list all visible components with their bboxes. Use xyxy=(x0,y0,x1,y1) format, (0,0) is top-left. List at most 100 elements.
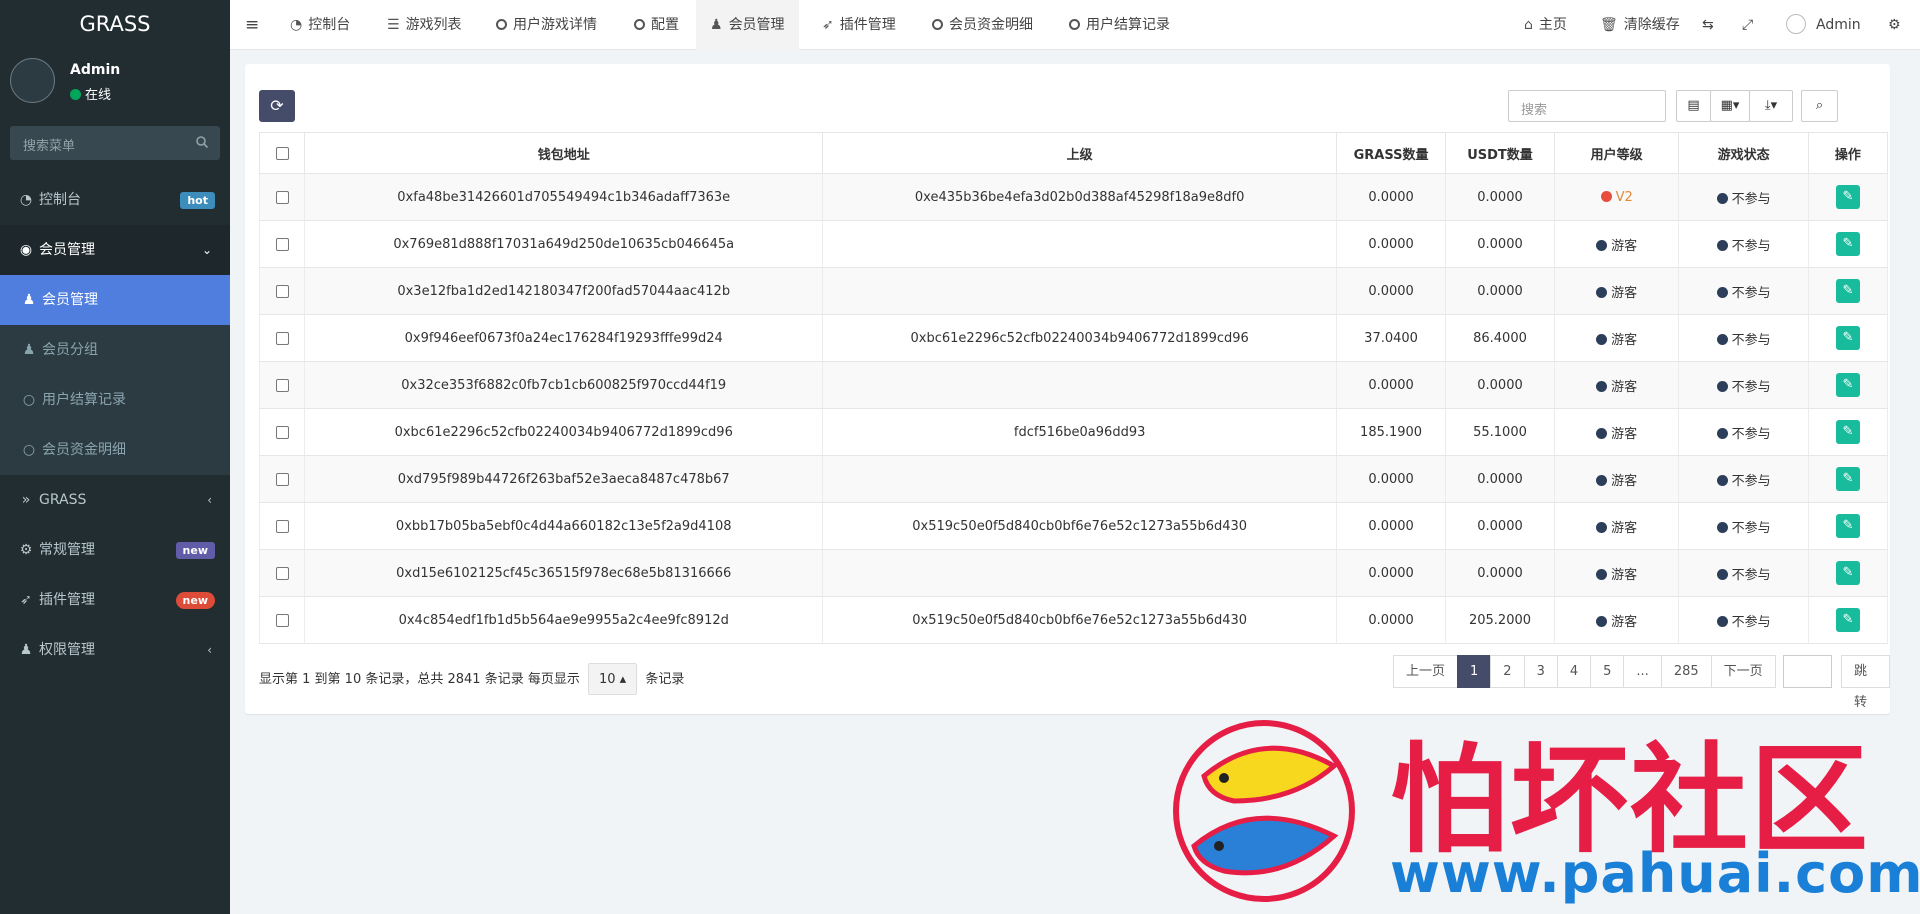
menu-toggle-icon[interactable]: ≡ xyxy=(245,0,259,50)
page-button[interactable]: 3 xyxy=(1523,655,1558,688)
table-row[interactable]: 0x4c854edf1fb1d5b564ae9e9955a2c4ee9fc891… xyxy=(258,596,1889,644)
sidebar-subitem-fund-details[interactable]: ○ 会员资金明细 xyxy=(0,425,230,475)
sidebar-item-permissions[interactable]: ♟ 权限管理 ‹ xyxy=(0,625,230,675)
parent-cell xyxy=(822,267,1338,315)
table-row[interactable]: 0xbc61e2296c52cfb02240034b9406772d1899cd… xyxy=(258,408,1889,456)
prev-page-button[interactable]: 上一页 xyxy=(1393,655,1459,688)
table-row[interactable]: 0xbb17b05ba5ebf0c4d44a660182c13e5f2a9d41… xyxy=(258,502,1889,550)
table-row[interactable]: 0xd15e6102125cf45c36515f978ec68e5b813166… xyxy=(258,549,1889,597)
grass-cell: 0.0000 xyxy=(1336,596,1447,644)
jump-page-input[interactable] xyxy=(1783,655,1832,688)
sidebar-subitem-member-management[interactable]: ♟ 会员管理 xyxy=(0,275,230,325)
row-checkbox[interactable] xyxy=(275,331,289,345)
col-game-status[interactable]: 游戏状态 xyxy=(1678,132,1809,174)
clear-cache-button[interactable]: 🗑 清除缓存 xyxy=(1600,0,1680,50)
edit-button[interactable]: ✎ xyxy=(1835,561,1860,585)
sidebar-subitem-settlement-records[interactable]: ○ 用户结算记录 xyxy=(0,375,230,425)
row-select-cell xyxy=(258,314,306,362)
row-select-cell xyxy=(258,502,306,550)
col-parent[interactable]: 上级 xyxy=(822,132,1338,174)
row-checkbox[interactable] xyxy=(275,425,289,439)
page-size-select[interactable]: 10 ▴ xyxy=(587,663,638,695)
row-checkbox[interactable] xyxy=(275,284,289,298)
sidebar-item-plugins[interactable]: ➶ 插件管理 new xyxy=(0,575,230,625)
row-checkbox[interactable] xyxy=(275,566,289,580)
top-navbar: ≡ ◔ 控制台 ☰ 游戏列表 用户游戏详情 配置 ♟ 会员管理 ➶ 插件管理 会员资金明… xyxy=(230,0,1920,50)
edit-button[interactable]: ✎ xyxy=(1835,232,1860,256)
row-checkbox[interactable] xyxy=(275,237,289,251)
tab-dashboard[interactable]: ◔ 控制台 xyxy=(290,0,350,50)
tab-config[interactable]: 配置 xyxy=(634,0,679,50)
sidebar-subitem-member-group[interactable]: ♟ 会员分组 xyxy=(0,325,230,375)
table-row[interactable]: 0xd795f989b44726f263baf52e3aeca8487c478b… xyxy=(258,455,1889,503)
table-row[interactable]: 0xfa48be31426601d705549494c1b346adaff736… xyxy=(258,173,1889,221)
settings-gear-icon[interactable]: ⚙ xyxy=(1888,0,1901,50)
sidebar-item-grass[interactable]: » GRASS ‹ xyxy=(0,475,230,525)
tab-plugin-management[interactable]: ➶ 插件管理 xyxy=(822,0,896,50)
row-select-cell xyxy=(258,455,306,503)
tab-user-game-details[interactable]: 用户游戏详情 xyxy=(496,0,597,50)
table-search-input[interactable]: 搜索 xyxy=(1508,90,1666,122)
parent-cell: 0xbc61e2296c52cfb02240034b9406772d1899cd… xyxy=(822,314,1338,362)
home-link[interactable]: ⌂ 主页 xyxy=(1524,0,1567,50)
col-grass[interactable]: GRASS数量 xyxy=(1336,132,1447,174)
clear-cache-label: 清除缓存 xyxy=(1623,17,1680,33)
page-button[interactable]: 2 xyxy=(1490,655,1525,688)
row-checkbox[interactable] xyxy=(275,519,289,533)
col-usdt[interactable]: USDT数量 xyxy=(1445,132,1555,174)
edit-button[interactable]: ✎ xyxy=(1835,279,1860,303)
user-circle-icon: ◉ xyxy=(19,242,33,258)
edit-button[interactable]: ✎ xyxy=(1835,420,1860,444)
page-button[interactable]: 1 xyxy=(1457,655,1492,688)
search-icon[interactable] xyxy=(196,136,208,148)
row-checkbox[interactable] xyxy=(275,472,289,486)
edit-button[interactable]: ✎ xyxy=(1835,185,1860,209)
advanced-search-button[interactable]: ⌕ xyxy=(1801,90,1838,122)
edit-button[interactable]: ✎ xyxy=(1835,608,1860,632)
page-button[interactable]: 4 xyxy=(1556,655,1592,688)
toggle-view-button[interactable]: ▤ xyxy=(1676,90,1711,122)
circle-icon: ○ xyxy=(22,442,36,458)
select-all-checkbox[interactable] xyxy=(275,146,289,160)
table-row[interactable]: 0x3e12fba1d2ed142180347f200fad57044aac41… xyxy=(258,267,1889,315)
tab-member-management[interactable]: ♟ 会员管理 xyxy=(696,0,799,50)
refresh-button[interactable]: ⟳ xyxy=(259,90,295,122)
edit-button[interactable]: ✎ xyxy=(1835,373,1860,397)
row-checkbox[interactable] xyxy=(275,190,289,204)
user-menu[interactable]: Admin xyxy=(1786,0,1861,50)
fullscreen-icon[interactable]: ⤢ xyxy=(1742,0,1753,50)
col-wallet[interactable]: 钱包地址 xyxy=(304,132,824,174)
circle-icon xyxy=(1069,19,1080,30)
brand-logo[interactable]: GRASS xyxy=(0,0,230,50)
level-label: 游客 xyxy=(1611,520,1638,536)
table-row[interactable]: 0x9f946eef0673f0a24ec176284f19293fffe99d… xyxy=(258,314,1889,362)
sidebar-item-dashboard[interactable]: ◔ 控制台 hot xyxy=(0,175,230,225)
page-button[interactable]: 285 xyxy=(1660,655,1712,688)
table-row[interactable]: 0x769e81d888f17031a649d250de10635cb04664… xyxy=(258,220,1889,268)
sidebar-item-label: 会员管理 xyxy=(39,242,95,258)
row-checkbox[interactable] xyxy=(275,378,289,392)
row-checkbox[interactable] xyxy=(275,613,289,627)
table-row[interactable]: 0x32ce353f6882c0fb7cb1cb600825f970ccd44f… xyxy=(258,361,1889,409)
sidebar-item-member-management[interactable]: ◉ 会员管理 ⌄ xyxy=(0,225,230,275)
export-button[interactable]: ⤓▾ xyxy=(1749,90,1793,122)
edit-button[interactable]: ✎ xyxy=(1835,326,1860,350)
tab-settlement-records[interactable]: 用户结算记录 xyxy=(1069,0,1170,50)
wallet-cell: 0xd15e6102125cf45c36515f978ec68e5b813166… xyxy=(304,549,824,597)
edit-button[interactable]: ✎ xyxy=(1835,514,1860,538)
tab-fund-details[interactable]: 会员资金明细 xyxy=(932,0,1033,50)
columns-button[interactable]: ▦▾ xyxy=(1710,90,1750,122)
page-button[interactable]: 5 xyxy=(1590,655,1625,688)
sidebar-item-general[interactable]: ⚙ 常规管理 new xyxy=(0,525,230,575)
usdt-cell: 0.0000 xyxy=(1445,549,1555,597)
tab-game-list[interactable]: ☰ 游戏列表 xyxy=(387,0,462,50)
user-icon: ♟ xyxy=(22,292,36,308)
sidebar-search-input[interactable]: 搜索菜单 xyxy=(10,126,220,160)
jump-button[interactable]: 跳转 xyxy=(1841,655,1890,710)
col-level[interactable]: 用户等级 xyxy=(1553,132,1680,174)
next-page-button[interactable]: 下一页 xyxy=(1710,655,1776,688)
game-status-cell: 不参与 xyxy=(1678,408,1809,456)
edit-button[interactable]: ✎ xyxy=(1835,467,1860,491)
language-icon[interactable]: ⇆ xyxy=(1702,0,1714,50)
level-dot-icon xyxy=(1596,286,1608,298)
